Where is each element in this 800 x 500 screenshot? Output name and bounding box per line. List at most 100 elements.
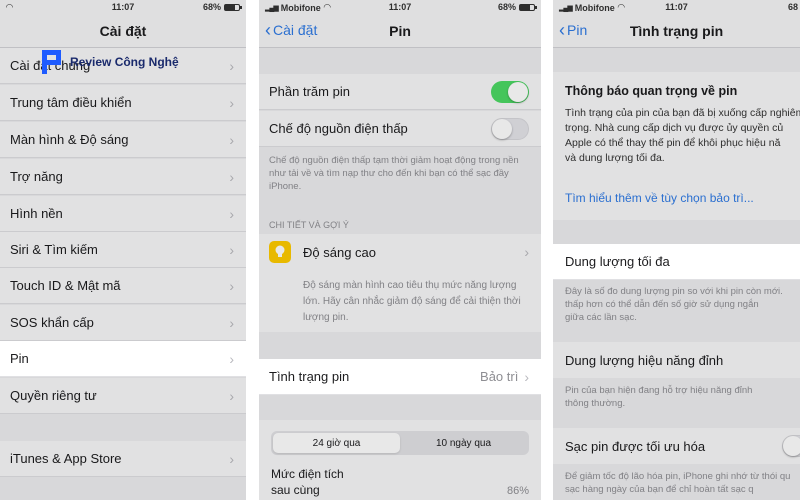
page-title: Cài đặt: [99, 23, 147, 39]
chevron-right-icon: ›: [229, 450, 234, 467]
watermark-text: Review Công Nghệ: [70, 55, 179, 69]
battery-percent-label: Phần trăm pin: [269, 84, 350, 99]
optimized-charging-row: Sạc pin được tối ưu hóa: [553, 428, 800, 464]
status-bar: ◠ 11:07 68%: [0, 0, 246, 14]
settings-item-touch-id[interactable]: Touch ID & Mật mã ›: [0, 268, 246, 304]
suggestion-note: Độ sáng màn hình cao tiêu thụ mức năng l…: [303, 280, 521, 323]
chevron-right-icon: ›: [229, 94, 234, 111]
battery-health-value: Bảo trì: [480, 369, 519, 384]
chevron-right-icon: ›: [229, 277, 234, 294]
settings-item-label: Touch ID & Mật mã: [10, 278, 121, 293]
optimized-charging-note: Để giảm tốc độ lão hóa pin, iPhone ghi n…: [553, 470, 800, 496]
chevron-right-icon: ›: [229, 314, 234, 331]
important-notice-body: Tình trạng của pin của bạn đã bị xuống c…: [565, 106, 800, 166]
suggestion-row[interactable]: Độ sáng cao ›: [259, 234, 541, 270]
chevron-right-icon: ›: [229, 168, 234, 185]
settings-item-itunes[interactable]: iTunes & App Store ›: [0, 441, 246, 477]
suggestion-label: Độ sáng cao: [303, 244, 376, 260]
settings-item-label: iTunes & App Store: [10, 451, 122, 466]
settings-item-wallpaper[interactable]: Hình nền ›: [0, 196, 246, 232]
important-notice-card: Thông báo quan trọng về pin Tình trạng c…: [553, 72, 800, 220]
nav-bar: Cài đặt: [0, 14, 246, 48]
settings-item-control-center[interactable]: Trung tâm điều khiển ›: [0, 85, 246, 121]
peak-performance-note: Pin của bạn hiện đang hỗ trợ hiệu năng đ…: [553, 384, 800, 410]
settings-item-label: Trợ năng: [10, 169, 63, 184]
lightbulb-icon: [269, 241, 291, 263]
peak-performance-row: Dung lượng hiệu năng đỉnh: [553, 342, 800, 378]
notice-line: và dung lượng tối đa.: [565, 152, 665, 164]
note-line: Để giảm tốc độ lão hóa pin, iPhone ghi n…: [565, 471, 791, 482]
chevron-right-icon: ›: [229, 350, 234, 367]
last-charge-label-line1: Mức điện tích: [271, 467, 344, 481]
last-charge-label-line2: sau cùng: [271, 483, 320, 497]
status-bar: ▂▄▆ Mobifone ◠ 11:07 68%: [259, 0, 541, 14]
low-power-label: Chế độ nguồn điện thấp: [269, 121, 408, 136]
notice-line: trọng. Nhà cung cấp dịch vụ được ủy quyề…: [565, 122, 784, 134]
note-line: thông thường.: [565, 398, 626, 409]
settings-item-label: Quyền riêng tư: [10, 388, 97, 403]
chevron-right-icon: ›: [524, 368, 529, 385]
battery-health-label: Tình trạng pin: [269, 369, 350, 384]
notice-line: Apple có thể thay thế pin để khôi phục h…: [565, 137, 781, 149]
low-power-toggle[interactable]: [491, 117, 529, 140]
max-capacity-row: Dung lượng tối đa: [553, 244, 800, 280]
chevron-right-icon: ›: [229, 241, 234, 258]
chevron-right-icon: ›: [229, 57, 234, 74]
nav-bar: ‹ Cài đặt Pin: [259, 14, 541, 48]
note-line: Pin của bạn hiện đang hỗ trợ hiệu năng đ…: [565, 385, 753, 396]
last-charge-label: Mức điện tích sau cùng: [271, 466, 344, 498]
optimized-charging-label: Sạc pin được tối ưu hóa: [565, 438, 706, 454]
chevron-right-icon: ›: [524, 244, 529, 260]
segment-24h[interactable]: 24 giờ qua: [273, 433, 400, 453]
note-line: giữa các lần sạc.: [565, 312, 637, 323]
settings-item-siri[interactable]: Siri & Tìm kiếm ›: [0, 232, 246, 268]
page-title: Pin: [389, 23, 411, 39]
settings-item-sos[interactable]: SOS khẩn cấp ›: [0, 305, 246, 341]
battery-percent: 68%: [497, 2, 516, 12]
chevron-right-icon: ›: [229, 131, 234, 148]
note-line: Đây là số đo dung lượng pin so với khi p…: [565, 286, 783, 297]
settings-item-privacy[interactable]: Quyền riêng tư ›: [0, 378, 246, 414]
peak-performance-label: Dung lượng hiệu năng đỉnh: [565, 352, 724, 368]
note-line: sạc hàng ngày của bạn để chỉ hoàn tất sạ…: [565, 484, 754, 495]
segment-10d[interactable]: 10 ngày qua: [400, 433, 527, 453]
section-header: CHI TIẾT VÀ GỢI Ý: [269, 220, 349, 230]
battery-panel: ▂▄▆ Mobifone ◠ 11:07 68% ‹ Cài đặt Pin Ph…: [259, 0, 541, 500]
watermark-logo: Review Công Nghệ: [40, 48, 179, 76]
important-notice-heading: Thông báo quan trọng về pin: [565, 84, 738, 98]
status-time: 11:07: [665, 2, 688, 12]
battery-percent: 68%: [202, 2, 221, 12]
max-capacity-label: Dung lượng tối đa: [565, 254, 670, 269]
settings-item-label: SOS khẩn cấp: [10, 315, 94, 330]
battery-icon: [224, 3, 242, 11]
settings-item-battery[interactable]: Pin ›: [0, 341, 246, 377]
low-power-note: Chế độ nguồn điện thấp tạm thời giảm hoạ…: [269, 155, 519, 192]
time-range-segment: 24 giờ qua 10 ngày qua: [271, 431, 529, 455]
optimized-charging-toggle[interactable]: [782, 435, 800, 457]
status-bar: ▂▄▆ Mobifone ◠ 11:07 68: [553, 0, 800, 14]
settings-item-label: Hình nền: [10, 206, 63, 221]
chevron-right-icon: ›: [229, 387, 234, 404]
settings-item-display[interactable]: Màn hình & Độ sáng ›: [0, 122, 246, 158]
battery-percent-row: Phần trăm pin: [259, 74, 541, 110]
note-line: thấp hơn có thể dẫn đến số giờ sử dụng n…: [565, 299, 759, 310]
notice-line: Tình trạng của pin của bạn đã bị xuống c…: [565, 107, 800, 119]
settings-item-label: Trung tâm điều khiển: [10, 95, 132, 110]
low-power-row: Chế độ nguồn điện thấp: [259, 111, 541, 147]
battery-health-row[interactable]: Tình trạng pin Bảo trì ›: [259, 359, 541, 395]
service-options-link[interactable]: Tìm hiểu thêm về tùy chọn bảo trì...: [565, 191, 754, 205]
battery-percent: 68: [787, 2, 798, 12]
settings-item-accessibility[interactable]: Trợ năng ›: [0, 159, 246, 195]
battery-percent-toggle[interactable]: [491, 80, 529, 103]
last-charge-value: 86%: [506, 485, 529, 497]
chevron-right-icon: ›: [229, 205, 234, 222]
page-title: Tình trạng pin: [629, 23, 724, 39]
max-capacity-note: Đây là số đo dung lượng pin so với khi p…: [553, 285, 800, 324]
logo-icon: [40, 48, 64, 76]
battery-icon: [519, 3, 537, 11]
settings-item-label: Pin: [10, 351, 29, 366]
settings-item-label: Màn hình & Độ sáng: [10, 132, 129, 147]
settings-item-label: Siri & Tìm kiếm: [10, 242, 98, 257]
nav-bar: ‹ Pin Tình trạng pin: [553, 14, 800, 48]
battery-health-panel: ▂▄▆ Mobifone ◠ 11:07 68 ‹ Pin Tình trạng …: [553, 0, 800, 500]
